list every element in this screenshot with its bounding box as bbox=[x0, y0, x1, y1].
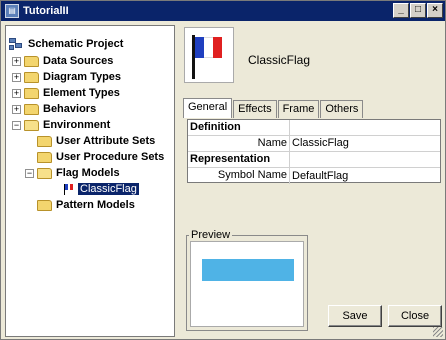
close-button[interactable]: Close bbox=[388, 305, 442, 327]
property-value[interactable]: DefaultFlag bbox=[290, 169, 348, 184]
tree-item-label: Element Types bbox=[43, 87, 120, 99]
expand-icon[interactable]: + bbox=[12, 104, 21, 114]
flag-band-red bbox=[213, 37, 222, 58]
property-name-row[interactable]: Name ClassicFlag bbox=[188, 136, 440, 152]
folder-icon bbox=[24, 87, 39, 99]
minimize-button[interactable]: _ bbox=[393, 3, 409, 18]
folder-icon bbox=[24, 55, 39, 67]
flag-thumbnail bbox=[184, 27, 234, 83]
folder-icon bbox=[37, 199, 52, 211]
folder-icon bbox=[24, 103, 39, 115]
open-folder-icon bbox=[37, 167, 52, 179]
folder-icon bbox=[37, 135, 52, 147]
tree-item-label: User Procedure Sets bbox=[56, 151, 165, 163]
tree-item-classicflag[interactable]: ClassicFlag bbox=[62, 181, 139, 197]
section-label: Definition bbox=[190, 120, 290, 135]
save-button[interactable]: Save bbox=[328, 305, 382, 327]
tab-strip: General Effects Frame Others bbox=[183, 98, 364, 119]
property-key: Name bbox=[188, 136, 290, 151]
main-window: ▤ TutorialII _ □ × Schematic Project + D… bbox=[0, 0, 446, 340]
preview-label: Preview bbox=[189, 229, 233, 241]
tab-general[interactable]: General bbox=[183, 98, 233, 118]
tree-item-flag-models[interactable]: − Flag Models bbox=[25, 165, 120, 181]
tree-item-environment[interactable]: − Environment bbox=[12, 117, 110, 133]
title-bar[interactable]: ▤ TutorialII _ □ × bbox=[1, 1, 445, 21]
preview-flag-shape bbox=[202, 259, 294, 281]
tree-item-label: Data Sources bbox=[43, 55, 114, 67]
tree-item-schematic-project[interactable]: Schematic Project bbox=[8, 36, 123, 52]
flag-band-white bbox=[204, 37, 213, 58]
open-folder-icon bbox=[24, 119, 39, 131]
flag-icon bbox=[62, 183, 74, 195]
close-window-button[interactable]: × bbox=[427, 3, 443, 18]
folder-icon bbox=[24, 71, 39, 83]
project-icon bbox=[8, 37, 24, 51]
resize-grip-icon[interactable] bbox=[433, 327, 443, 337]
app-icon: ▤ bbox=[5, 4, 19, 18]
property-key: Symbol Name bbox=[188, 168, 290, 184]
tree-item-label: Diagram Types bbox=[43, 71, 122, 83]
folder-icon bbox=[37, 151, 52, 163]
tree-item-user-procedure-sets[interactable]: User Procedure Sets bbox=[37, 149, 164, 165]
tree-item-label: Pattern Models bbox=[56, 199, 135, 211]
item-name-heading: ClassicFlag bbox=[248, 53, 311, 67]
project-tree[interactable]: Schematic Project + Data Sources + Diagr… bbox=[5, 25, 175, 337]
section-label: Representation bbox=[190, 152, 290, 167]
tab-others[interactable]: Others bbox=[320, 100, 364, 118]
expand-icon[interactable]: + bbox=[12, 72, 21, 82]
maximize-button[interactable]: □ bbox=[410, 3, 426, 18]
tree-item-diagram-types[interactable]: + Diagram Types bbox=[12, 69, 121, 85]
property-symbol-row[interactable]: Symbol Name DefaultFlag bbox=[188, 168, 440, 184]
tree-item-label: Schematic Project bbox=[28, 38, 124, 50]
collapse-icon[interactable]: − bbox=[12, 120, 21, 130]
property-grid: Definition Name ClassicFlag Representati… bbox=[187, 119, 441, 184]
expand-icon[interactable]: + bbox=[12, 88, 21, 98]
property-value[interactable]: ClassicFlag bbox=[290, 136, 349, 151]
tree-item-label: Flag Models bbox=[56, 167, 120, 179]
flag-band-blue bbox=[195, 37, 204, 58]
tree-item-pattern-models[interactable]: Pattern Models bbox=[37, 197, 135, 213]
section-representation: Representation bbox=[188, 152, 440, 168]
preview-canvas bbox=[190, 241, 304, 327]
expand-icon[interactable]: + bbox=[12, 56, 21, 66]
tree-item-label: ClassicFlag bbox=[78, 183, 139, 195]
tree-item-label: Environment bbox=[43, 119, 111, 131]
tree-item-data-sources[interactable]: + Data Sources bbox=[12, 53, 113, 69]
tree-item-element-types[interactable]: + Element Types bbox=[12, 85, 120, 101]
tree-item-behaviors[interactable]: + Behaviors bbox=[12, 101, 96, 117]
collapse-icon[interactable]: − bbox=[25, 168, 34, 178]
section-definition: Definition bbox=[188, 120, 440, 136]
window-title: TutorialII bbox=[23, 5, 69, 17]
window-controls: _ □ × bbox=[393, 3, 443, 18]
tab-effects[interactable]: Effects bbox=[233, 100, 277, 118]
tree-item-label: User Attribute Sets bbox=[56, 135, 156, 147]
tab-frame[interactable]: Frame bbox=[277, 100, 320, 118]
tree-item-user-attribute-sets[interactable]: User Attribute Sets bbox=[37, 133, 155, 149]
tree-item-label: Behaviors bbox=[43, 103, 97, 115]
